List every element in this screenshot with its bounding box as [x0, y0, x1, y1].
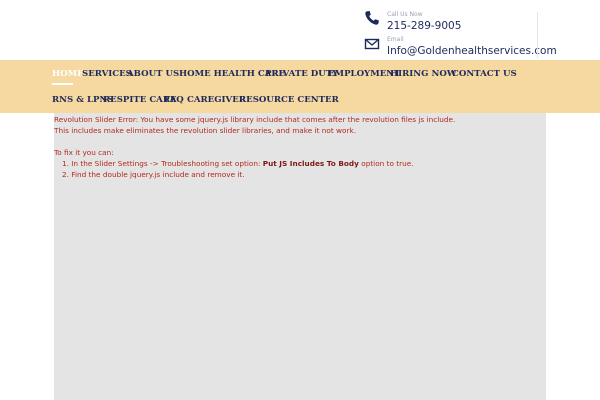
error-line-1: Revolution Slider Error: You have some j…: [54, 115, 456, 124]
fix-step-1-option: Put JS Includes To Body: [262, 159, 359, 168]
contact-info: Call Us Now 215-289-9005 Email Info@Gold…: [362, 8, 557, 60]
phone-label: Call Us Now: [387, 11, 423, 18]
email-label: Email: [387, 36, 404, 43]
nav-item-services[interactable]: SERVICES: [82, 69, 132, 79]
fix-title: To fix it you can:: [54, 148, 114, 157]
slider-area: Revolution Slider Error: You have some j…: [54, 113, 546, 400]
nav-item-home[interactable]: HOME: [52, 69, 84, 79]
error-line-2: This includes make eliminates the revolu…: [54, 126, 357, 135]
top-header: Call Us Now 215-289-9005 Email Info@Gold…: [0, 0, 600, 60]
nav-item-about-us[interactable]: ABOUT US: [127, 69, 179, 79]
nav-item-faq[interactable]: FAQ: [164, 95, 184, 105]
header-divider: [537, 12, 538, 58]
phone-icon: [365, 11, 379, 25]
nav-item-hiring-now[interactable]: HIRING NOW: [390, 69, 456, 79]
active-nav-underline: [52, 83, 73, 85]
mail-icon: [364, 38, 380, 50]
email-address[interactable]: Info@Goldenhealthservices.com: [387, 45, 557, 57]
nav-item-contact-us[interactable]: CONTACT US: [452, 69, 517, 79]
nav-item-caregiver[interactable]: CAREGIVER: [187, 95, 246, 105]
phone-number[interactable]: 215-289-9005: [387, 20, 461, 32]
nav-item-resource-center[interactable]: RESOURCE CENTER: [239, 95, 339, 105]
fix-step-1-suffix: option to true.: [358, 159, 414, 168]
fix-step-1: 1. In the Slider Settings -> Troubleshoo…: [62, 159, 414, 168]
fix-step-1-prefix: 1. In the Slider Settings -> Troubleshoo…: [62, 159, 263, 168]
main-navigation: HOME SERVICES ABOUT US HOME HEALTH CARE …: [0, 60, 600, 113]
fix-step-2: 2. Find the double jquery.js include and…: [62, 170, 245, 179]
